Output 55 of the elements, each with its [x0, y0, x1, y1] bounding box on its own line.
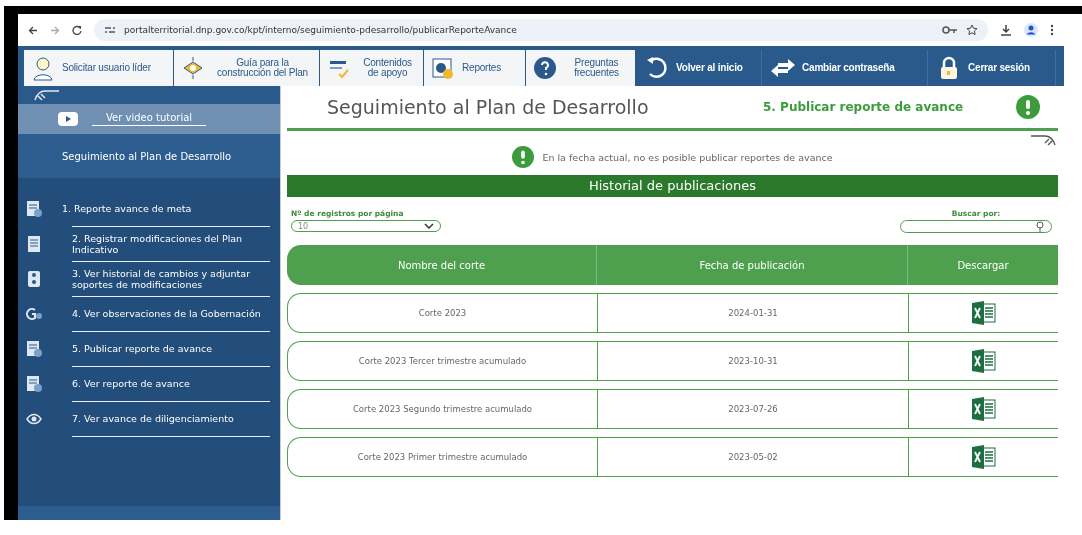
- chart-icon: [430, 55, 456, 81]
- document-icon: [26, 340, 42, 358]
- notice-message: En la fecha actual, no es posible publicar reportes de avance: [542, 151, 833, 163]
- sidebar-menu-item[interactable]: 7. Ver avance de diligenciamiento: [72, 413, 234, 425]
- search-icon: [1035, 220, 1045, 233]
- table-cell-text: Corte 2023: [417, 307, 468, 320]
- table-cell-text: Corte 2023 Tercer trimestre acumulado: [357, 355, 528, 368]
- sidebar-title: Seguimiento al Plan de Desarrollo: [18, 134, 280, 178]
- alert-icon: [512, 146, 535, 168]
- nav-button[interactable]: Preguntas frecuentes: [526, 50, 636, 86]
- alert-icon: [1016, 95, 1040, 119]
- key-icon[interactable]: [942, 25, 958, 35]
- spreadsheet-file-icon[interactable]: [970, 444, 997, 470]
- sidebar-menu-item[interactable]: 5. Publicar reporte de avance: [72, 343, 213, 355]
- spreadsheet-file-icon[interactable]: [970, 300, 997, 326]
- table-cell: 2024-01-31: [597, 294, 908, 332]
- table-cell-text: Corte 2023 Primer trimestre acumulado: [356, 451, 529, 464]
- step-title: 5. Publicar reporte de avance: [762, 100, 965, 114]
- nav-button[interactable]: Guía para la construcción del Plan: [174, 50, 320, 86]
- sidebar-menu-item[interactable]: 1. Reporte avance de meta: [62, 203, 192, 215]
- table-cell: 2023-07-26: [597, 390, 908, 428]
- download-icon[interactable]: [1000, 23, 1012, 37]
- archive-icon: [26, 270, 42, 288]
- letter-g-icon: [26, 305, 42, 323]
- sidebar-menu-item[interactable]: 6. Ver reporte de avance: [72, 378, 190, 390]
- document-icon: [26, 200, 42, 218]
- nav-button[interactable]: Solicitar usuario líder: [24, 50, 174, 86]
- play-icon[interactable]: [58, 112, 78, 126]
- help-icon: [532, 55, 558, 81]
- reload-icon[interactable]: [72, 25, 82, 35]
- table-cell: 2023-10-31: [597, 342, 908, 380]
- table-cell-text: Corte 2023 Segundo trimestre acumulado: [351, 403, 534, 416]
- document-icon: [26, 375, 42, 393]
- column-header: Descargar: [907, 245, 1058, 285]
- nav-button[interactable]: Contenidos de apoyo: [320, 50, 424, 86]
- site-settings-icon[interactable]: [104, 25, 116, 35]
- chevron-down-icon: [424, 223, 434, 229]
- sidebar-menu-item[interactable]: 4. Ver observaciones de la Gobernación: [72, 308, 261, 320]
- column-header: Fecha de publicación: [596, 245, 907, 285]
- sidebar-menu-item[interactable]: 3. Ver historial de cambios y adjuntar soportes de modificaciones: [72, 267, 270, 291]
- menu-icon[interactable]: [1050, 24, 1054, 36]
- star-icon[interactable]: [966, 24, 978, 36]
- column-header: Nombre del corte: [396, 258, 487, 273]
- profile-icon[interactable]: [1024, 23, 1038, 37]
- table-cell: 2023-05-02: [597, 438, 908, 476]
- page-title: Seguimiento al Plan de Desarrollo: [327, 96, 650, 118]
- section-header: Historial de publicaciones: [287, 175, 1058, 197]
- spreadsheet-file-icon[interactable]: [970, 348, 997, 374]
- back-icon[interactable]: [28, 25, 38, 35]
- user-icon: [30, 55, 56, 81]
- address-bar[interactable]: portalterritorial.dnp.gov.co/kpt/interno/seguimiento-pdesarrollo/publicarReporteAvance: [94, 19, 988, 41]
- spreadsheet-file-icon[interactable]: [970, 396, 997, 422]
- nav-button[interactable]: Reportes: [424, 50, 526, 86]
- list-icon: [26, 235, 42, 253]
- sidebar-menu-item[interactable]: 2. Registrar modificaciones del Plan Indicativo: [72, 232, 270, 256]
